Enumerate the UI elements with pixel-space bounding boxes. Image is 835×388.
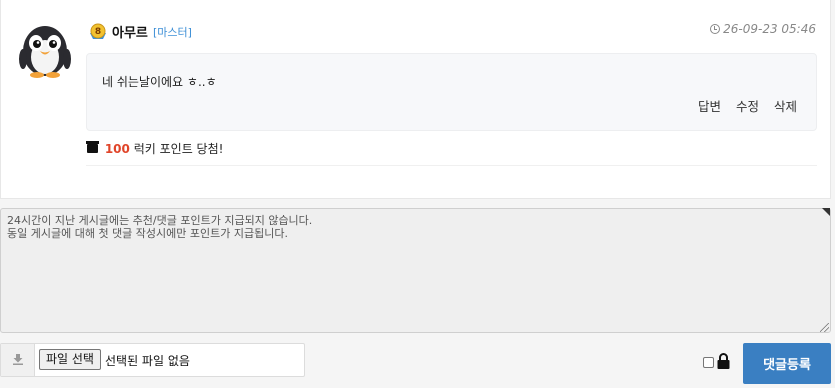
level-number: 8	[95, 27, 101, 37]
lucky-points-text: 럭키 포인트 당첨!	[133, 142, 224, 156]
secret-comment-checkbox[interactable]	[703, 357, 714, 368]
gift-icon	[86, 141, 99, 153]
comment-date: 26-09-23 05:46	[710, 22, 816, 36]
comment-bubble: 네 쉬는날이에요 ㅎ..ㅎ 답변 수정 삭제	[86, 53, 817, 131]
clock-icon	[710, 24, 721, 34]
file-status-text: 선택된 파일 없음	[105, 354, 190, 368]
lucky-points-value: 100	[104, 142, 130, 156]
date-text: 26-09-23 05:46	[723, 22, 816, 36]
upload-icon-cell	[1, 344, 35, 376]
author-role: [마스터]	[153, 26, 192, 39]
level-badge-icon: 8	[90, 23, 106, 39]
lucky-points: 100 럭키 포인트 당첨!	[86, 140, 224, 157]
textarea-resize-grip[interactable]	[820, 323, 829, 332]
comment-body: 네 쉬는날이에요 ㅎ..ㅎ	[102, 75, 217, 89]
upload-icon	[13, 354, 23, 365]
file-upload-field: 파일 선택 선택된 파일 없음	[0, 343, 305, 377]
author-name[interactable]: 아무르	[112, 22, 148, 41]
comment-actions: 답변 수정 삭제	[687, 96, 797, 115]
comment-card: 8 아무르 [마스터] 26-09-23 05:46 네 쉬는날이에요 ㅎ..ㅎ…	[0, 0, 831, 199]
edit-button[interactable]: 수정	[736, 99, 759, 114]
choose-file-button[interactable]: 파일 선택	[39, 349, 101, 370]
textarea-corner-marker	[822, 208, 830, 216]
lock-icon	[717, 353, 730, 369]
comment-textarea[interactable]	[0, 208, 831, 333]
reply-button[interactable]: 답변	[698, 99, 721, 114]
penguin-avatar[interactable]	[17, 21, 73, 79]
delete-button[interactable]: 삭제	[774, 99, 797, 114]
submit-comment-button[interactable]: 댓글등록	[743, 343, 831, 384]
divider	[86, 165, 817, 166]
